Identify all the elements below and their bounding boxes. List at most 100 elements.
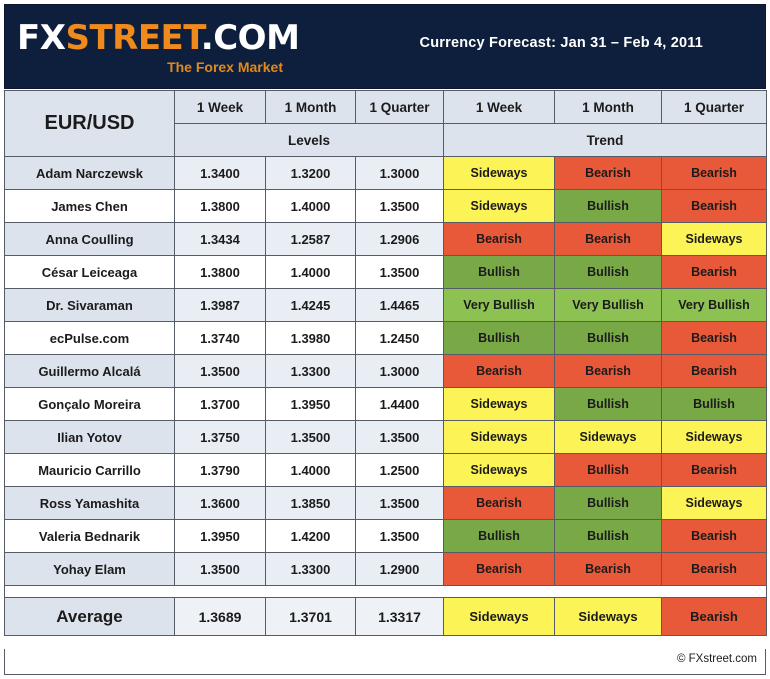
- average-trend-value: Bearish: [661, 597, 767, 636]
- header-trend-1week: 1 Week: [443, 90, 555, 124]
- average-trend-value: Sideways: [554, 597, 662, 636]
- trend-value: Sideways: [443, 156, 555, 190]
- level-value: 1.3500: [355, 486, 444, 520]
- header-levels-1month: 1 Month: [265, 90, 356, 124]
- analyst-name: Yohay Elam: [4, 552, 175, 586]
- trend-value: Bullish: [554, 255, 662, 289]
- analyst-name: Ross Yamashita: [4, 486, 175, 520]
- trend-value: Bearish: [661, 189, 767, 223]
- trend-value: Bearish: [443, 222, 555, 256]
- analyst-name: ecPulse.com: [4, 321, 175, 355]
- table-row: ecPulse.com 1.3740 1.3980 1.2450 Bullish Bull…: [4, 321, 767, 355]
- trend-value: Sideways: [661, 420, 767, 454]
- currency-pair-label: EUR/USD: [4, 90, 175, 157]
- level-value: 1.4400: [355, 387, 444, 421]
- level-value: 1.3300: [265, 354, 356, 388]
- level-value: 1.4245: [265, 288, 356, 322]
- analyst-name: Anna Coulling: [4, 222, 175, 256]
- level-value: 1.2587: [265, 222, 356, 256]
- level-value: 1.3987: [174, 288, 266, 322]
- trend-value: Bullish: [661, 387, 767, 421]
- fxstreet-logo: FXSTREET.COM The Forex Market: [17, 18, 300, 75]
- trend-value: Very Bullish: [661, 288, 767, 322]
- trend-value: Sideways: [443, 189, 555, 223]
- level-value: 1.3750: [174, 420, 266, 454]
- average-level-value: 1.3689: [174, 597, 266, 636]
- header-trend-1quarter: 1 Quarter: [661, 90, 767, 124]
- level-value: 1.3000: [355, 354, 444, 388]
- trend-value: Very Bullish: [443, 288, 555, 322]
- level-value: 1.4000: [265, 255, 356, 289]
- table-row: Anna Coulling 1.3434 1.2587 1.2906 Bearish Be…: [4, 222, 767, 256]
- trend-value: Bearish: [554, 222, 662, 256]
- table-spacer-row: [4, 585, 767, 598]
- level-value: 1.3300: [265, 552, 356, 586]
- table-header: EUR/USD 1 Week 1 Month 1 Quarter 1 Week …: [4, 90, 767, 157]
- table-row: Mauricio Carrillo 1.3790 1.4000 1.2500 Sidew…: [4, 453, 767, 487]
- table-body: Adam Narczewsk 1.3400 1.3200 1.3000 Sideways…: [4, 156, 767, 636]
- header-levels-1quarter: 1 Quarter: [355, 90, 444, 124]
- trend-value: Bullish: [443, 519, 555, 553]
- table-row: César Leiceaga 1.3800 1.4000 1.3500 Bullish B…: [4, 255, 767, 289]
- trend-value: Bearish: [661, 519, 767, 553]
- trend-value: Sideways: [554, 420, 662, 454]
- level-value: 1.3800: [174, 255, 266, 289]
- average-row: Average 1.3689 1.3701 1.3317 Sideways Sideway…: [4, 597, 767, 636]
- level-value: 1.3700: [174, 387, 266, 421]
- logo-wordmark: FXSTREET.COM: [17, 18, 300, 58]
- table-row: Ilian Yotov 1.3750 1.3500 1.3500 Sideways Sid…: [4, 420, 767, 454]
- table-row: Valeria Bednarik 1.3950 1.4200 1.3500 Bullis…: [4, 519, 767, 553]
- level-value: 1.3790: [174, 453, 266, 487]
- analyst-name: James Chen: [4, 189, 175, 223]
- level-value: 1.3600: [174, 486, 266, 520]
- table-row: Adam Narczewsk 1.3400 1.3200 1.3000 Sideways…: [4, 156, 767, 190]
- header-group-levels: Levels: [174, 123, 444, 157]
- level-value: 1.4000: [265, 189, 356, 223]
- table-row: Dr. Sivaraman 1.3987 1.4245 1.4465 Very Bull…: [4, 288, 767, 322]
- level-value: 1.3200: [265, 156, 356, 190]
- logo-street-text: STREET: [65, 18, 201, 58]
- trend-value: Bullish: [554, 387, 662, 421]
- trend-value: Very Bullish: [554, 288, 662, 322]
- trend-value: Bullish: [554, 486, 662, 520]
- analyst-name: Dr. Sivaraman: [4, 288, 175, 322]
- level-value: 1.4465: [355, 288, 444, 322]
- level-value: 1.3950: [174, 519, 266, 553]
- level-value: 1.3500: [265, 420, 356, 454]
- table-row: James Chen 1.3800 1.4000 1.3500 Sideways Bull…: [4, 189, 767, 223]
- trend-value: Sideways: [661, 486, 767, 520]
- level-value: 1.3500: [174, 552, 266, 586]
- level-value: 1.3400: [174, 156, 266, 190]
- level-value: 1.2500: [355, 453, 444, 487]
- table-spacer-cell: [4, 585, 767, 598]
- level-value: 1.3434: [174, 222, 266, 256]
- trend-value: Bearish: [661, 453, 767, 487]
- trend-value: Bullish: [554, 321, 662, 355]
- level-value: 1.3500: [174, 354, 266, 388]
- header-trend-1month: 1 Month: [554, 90, 662, 124]
- forecast-title: Currency Forecast: Jan 31 – Feb 4, 2011: [419, 35, 703, 51]
- average-level-value: 1.3317: [355, 597, 444, 636]
- trend-value: Bullish: [443, 321, 555, 355]
- logo-com-text: .COM: [200, 18, 300, 58]
- trend-value: Bearish: [554, 552, 662, 586]
- level-value: 1.3500: [355, 255, 444, 289]
- table-row: Guillermo Alcalá 1.3500 1.3300 1.3000 Bearis…: [4, 354, 767, 388]
- level-value: 1.3500: [355, 189, 444, 223]
- level-value: 1.3740: [174, 321, 266, 355]
- trend-value: Bearish: [661, 552, 767, 586]
- trend-value: Bearish: [661, 156, 767, 190]
- level-value: 1.3500: [355, 420, 444, 454]
- trend-value: Bearish: [443, 552, 555, 586]
- trend-value: Bearish: [661, 321, 767, 355]
- trend-value: Bullish: [554, 453, 662, 487]
- analyst-name: Valeria Bednarik: [4, 519, 175, 553]
- table-row: Gonçalo Moreira 1.3700 1.3950 1.4400 Sideway…: [4, 387, 767, 421]
- level-value: 1.3000: [355, 156, 444, 190]
- analyst-name: Mauricio Carrillo: [4, 453, 175, 487]
- trend-value: Bullish: [554, 519, 662, 553]
- trend-value: Bearish: [661, 255, 767, 289]
- level-value: 1.2906: [355, 222, 444, 256]
- forecast-table: EUR/USD 1 Week 1 Month 1 Quarter 1 Week …: [4, 90, 767, 636]
- header-row-periods: EUR/USD 1 Week 1 Month 1 Quarter 1 Week …: [4, 90, 767, 157]
